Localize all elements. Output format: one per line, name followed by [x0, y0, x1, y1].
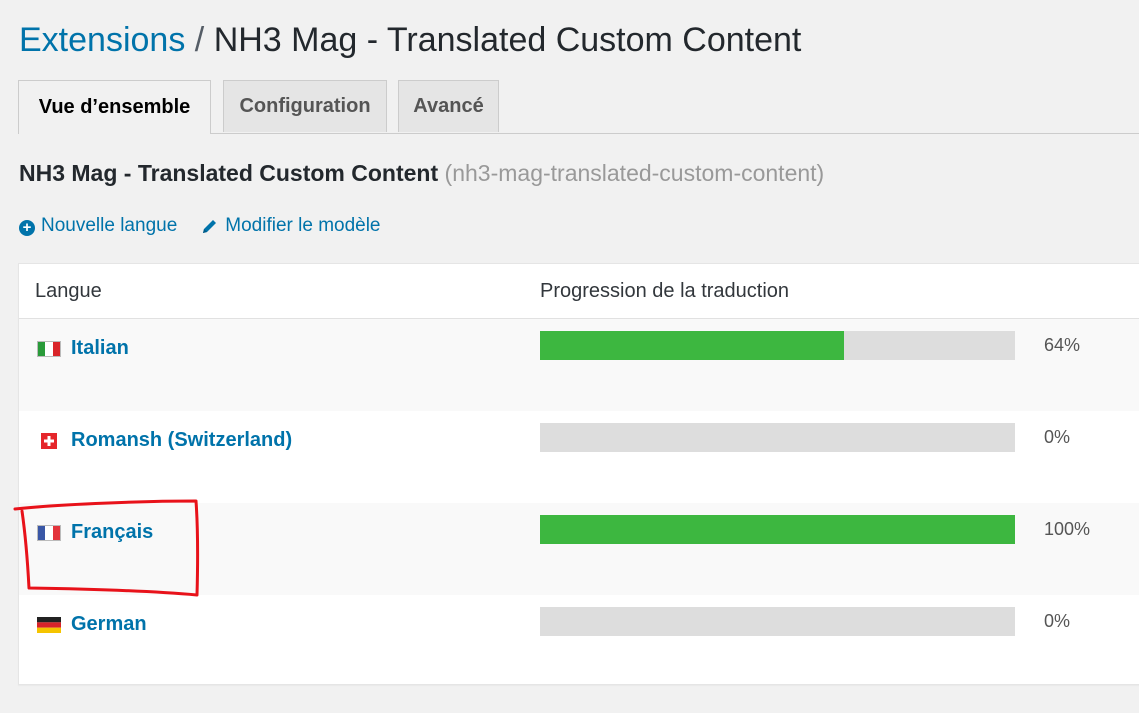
it-flag-icon	[37, 340, 61, 357]
action-links: + Nouvelle langue Modifier le modèle	[19, 212, 381, 240]
language-cell: Italian	[37, 337, 129, 360]
language-cell: Romansh (Switzerland)	[37, 429, 292, 452]
progress-bar	[540, 331, 1015, 360]
pencil-icon	[201, 217, 219, 235]
tab-advanced[interactable]: Avancé	[398, 80, 499, 132]
new-language-link[interactable]: + Nouvelle langue	[19, 215, 177, 237]
edit-template-label: Modifier le modèle	[225, 215, 381, 236]
extension-name: NH3 Mag - Translated Custom Content	[19, 160, 439, 186]
extension-heading: NH3 Mag - Translated Custom Content (nh3…	[19, 160, 824, 187]
language-link-german[interactable]: German	[71, 613, 147, 636]
ch-flag-icon	[37, 432, 61, 449]
tab-overview[interactable]: Vue d’ensemble	[18, 80, 211, 134]
tab-bar: Vue d’ensemble Configuration Avancé	[18, 80, 1139, 134]
new-language-label: Nouvelle langue	[41, 215, 178, 236]
progress-percent: 0%	[1044, 611, 1071, 631]
table-header: Langue Progression de la traduction	[19, 264, 1139, 319]
language-link-francais[interactable]: Français	[71, 521, 153, 544]
table-row: Italian 64%	[19, 319, 1139, 411]
edit-template-link[interactable]: Modifier le modèle	[201, 215, 381, 237]
language-cell: Français	[37, 521, 153, 544]
progress-percent: 100%	[1044, 519, 1091, 539]
page-title-text: NH3 Mag - Translated Custom Content	[213, 21, 802, 59]
progress-fill	[540, 331, 844, 360]
plus-circle-icon: +	[19, 219, 35, 236]
breadcrumb-extensions-link[interactable]: Extensions	[19, 21, 185, 59]
table-row: Romansh (Switzerland) 0%	[19, 411, 1139, 503]
table-row: Français 100%	[19, 503, 1139, 595]
progress-percent: 0%	[1044, 427, 1071, 447]
languages-table: Langue Progression de la traduction Ital…	[18, 263, 1139, 685]
de-flag-icon	[37, 616, 61, 633]
table-row: German 0%	[19, 595, 1139, 687]
tab-configuration[interactable]: Configuration	[223, 80, 387, 132]
breadcrumb-separator: /	[194, 21, 205, 59]
extension-slug: (nh3-mag-translated-custom-content)	[444, 160, 825, 186]
column-header-language: Langue	[35, 280, 102, 302]
progress-bar	[540, 607, 1015, 636]
language-link-italian[interactable]: Italian	[71, 337, 129, 360]
language-cell: German	[37, 613, 147, 636]
progress-bar	[540, 423, 1015, 452]
progress-bar	[540, 515, 1015, 544]
language-link-romansh[interactable]: Romansh (Switzerland)	[71, 429, 292, 452]
progress-fill	[540, 515, 1015, 544]
column-header-progress: Progression de la traduction	[540, 280, 790, 302]
fr-flag-icon	[37, 524, 61, 541]
progress-percent: 64%	[1044, 335, 1081, 355]
page-title: Extensions / NH3 Mag - Translated Custom…	[19, 18, 801, 62]
